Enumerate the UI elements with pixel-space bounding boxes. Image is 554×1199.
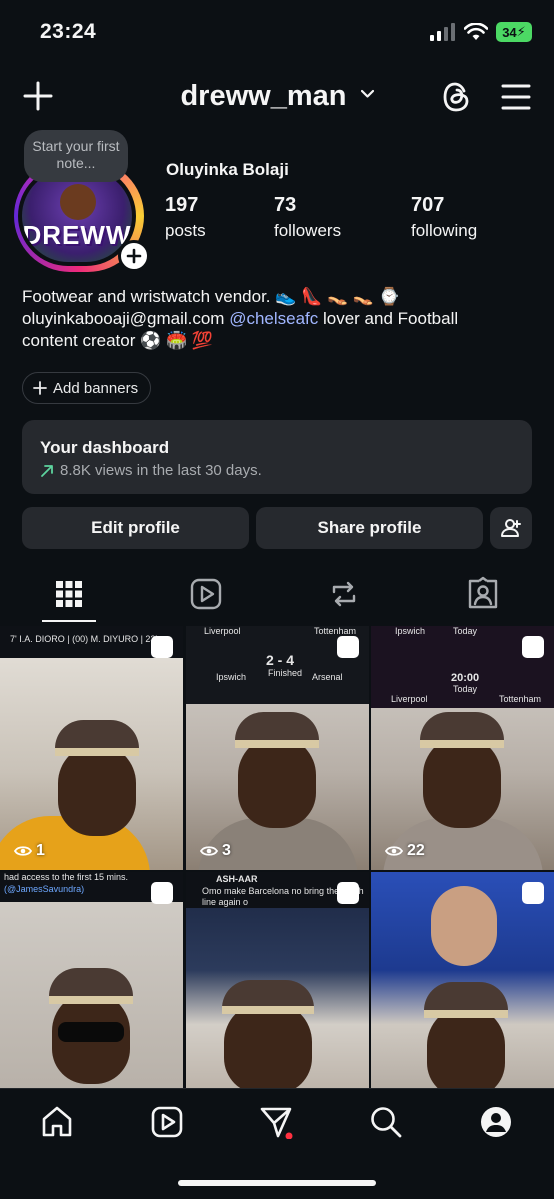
status-bar: 23:24 34 ⚡ bbox=[0, 0, 554, 66]
reel-icon bbox=[337, 636, 359, 658]
bio-line: content creator ⚽ 🏟️ 💯 bbox=[22, 331, 214, 350]
bio-mention-link[interactable]: @chelseafc bbox=[229, 309, 318, 328]
grid-icon[interactable] bbox=[51, 576, 87, 612]
eye-icon bbox=[385, 846, 403, 856]
plus-icon bbox=[33, 381, 47, 395]
battery-level: 34 bbox=[502, 24, 517, 40]
menu-icon[interactable] bbox=[500, 82, 532, 112]
reels-icon[interactable] bbox=[188, 576, 224, 612]
full-name: Oluyinka Bolaji bbox=[166, 160, 289, 179]
discover-people-button[interactable] bbox=[490, 507, 532, 549]
share-profile-button[interactable]: Share profile bbox=[256, 507, 483, 549]
reel-icon bbox=[151, 636, 173, 658]
bio-email: oluyinkabooaji@gmail.com bbox=[22, 309, 230, 328]
edit-profile-button[interactable]: Edit profile bbox=[22, 507, 249, 549]
stat-value: 197 bbox=[165, 194, 199, 216]
grid-post[interactable]: ASH-AAR Omo make Barcelona no bring thei… bbox=[186, 872, 369, 1090]
bio-line: oluyinkabooaji@gmail.com @chelseafc love… bbox=[22, 308, 532, 330]
grid-post[interactable]: 7' I.A. DIORO | (00) M. DIYURO | 23' 1 bbox=[0, 626, 183, 870]
avatar-image: DREWW bbox=[22, 170, 132, 262]
chevron-down-icon bbox=[360, 89, 374, 98]
dashboard-views-text: 8.8K views in the last 30 days. bbox=[60, 462, 262, 479]
player-image bbox=[431, 886, 497, 966]
eye-icon bbox=[14, 846, 32, 856]
reposts-icon[interactable] bbox=[326, 576, 362, 612]
trend-up-icon bbox=[41, 464, 53, 477]
status-time: 23:24 bbox=[40, 20, 97, 43]
bio-line: Footwear and wristwatch vendor. 👟 👠 👡 👡 … bbox=[22, 287, 400, 306]
direct-icon[interactable] bbox=[259, 1105, 293, 1139]
stat-posts[interactable]: 197 posts bbox=[165, 194, 206, 241]
stat-label: following bbox=[411, 221, 478, 240]
content-tabs bbox=[0, 570, 554, 624]
reel-icon bbox=[337, 882, 359, 904]
add-banners-button[interactable]: Add banners bbox=[22, 372, 152, 404]
status-indicators: 34 ⚡ bbox=[430, 22, 532, 42]
home-icon[interactable] bbox=[40, 1105, 74, 1139]
signal-icon bbox=[430, 23, 455, 41]
note-bubble[interactable]: Start your first note... bbox=[24, 130, 128, 182]
avatar-logo-text: DREWW bbox=[22, 220, 132, 250]
profile-header: dreww_man bbox=[0, 70, 554, 126]
stat-label: followers bbox=[274, 221, 342, 240]
score: 2 - 4 bbox=[266, 652, 295, 668]
dashboard-subtitle: 8.8K views in the last 30 days. bbox=[40, 462, 514, 479]
reel-icon bbox=[151, 882, 173, 904]
search-icon[interactable] bbox=[369, 1105, 403, 1139]
view-count: 1 bbox=[14, 842, 45, 860]
threads-icon[interactable] bbox=[440, 80, 474, 114]
add-person-icon bbox=[501, 519, 521, 537]
bio-text: lover and Football bbox=[318, 309, 459, 328]
stat-value: 73 bbox=[274, 194, 297, 216]
grid-post[interactable]: Ipswich Today 20:00 Today Liverpool Tott… bbox=[371, 626, 554, 870]
post-caption: 7' I.A. DIORO | (00) M. DIYURO | 23' bbox=[10, 634, 158, 644]
charging-icon: ⚡ bbox=[516, 24, 526, 39]
add-story-button[interactable] bbox=[118, 240, 150, 272]
grid-post[interactable] bbox=[371, 872, 554, 1090]
posts-grid: 7' I.A. DIORO | (00) M. DIYURO | 23' 1 L… bbox=[0, 626, 554, 1090]
stat-label: posts bbox=[165, 221, 206, 240]
stat-value: 707 bbox=[411, 194, 445, 216]
grid-post[interactable]: had access to the first 15 mins. (@James… bbox=[0, 872, 183, 1090]
home-indicator bbox=[178, 1180, 376, 1186]
plus-icon bbox=[126, 248, 142, 264]
tagged-icon[interactable] bbox=[465, 576, 501, 612]
bio: Footwear and wristwatch vendor. 👟 👠 👡 👡 … bbox=[22, 286, 532, 352]
sunglasses bbox=[58, 1022, 124, 1042]
add-banners-label: Add banners bbox=[53, 379, 139, 397]
grid-post[interactable]: Liverpool Tottenham 2 - 4 Finished Ipswi… bbox=[186, 626, 369, 870]
dashboard-title: Your dashboard bbox=[40, 438, 170, 457]
view-count: 22 bbox=[385, 842, 425, 860]
wifi-icon bbox=[464, 23, 488, 40]
eye-icon bbox=[200, 846, 218, 856]
reel-icon bbox=[522, 882, 544, 904]
professional-dashboard[interactable]: Your dashboard 8.8K views in the last 30… bbox=[22, 420, 532, 494]
view-count: 3 bbox=[200, 842, 231, 860]
stat-following[interactable]: 707 following bbox=[411, 194, 477, 241]
reel-icon bbox=[522, 636, 544, 658]
stat-followers[interactable]: 73 followers bbox=[274, 194, 341, 241]
reels-nav-icon[interactable] bbox=[150, 1105, 184, 1139]
active-tab-indicator bbox=[42, 620, 96, 622]
username: dreww_man bbox=[180, 80, 347, 112]
battery-indicator: 34 ⚡ bbox=[496, 22, 532, 42]
profile-icon[interactable] bbox=[479, 1105, 513, 1139]
